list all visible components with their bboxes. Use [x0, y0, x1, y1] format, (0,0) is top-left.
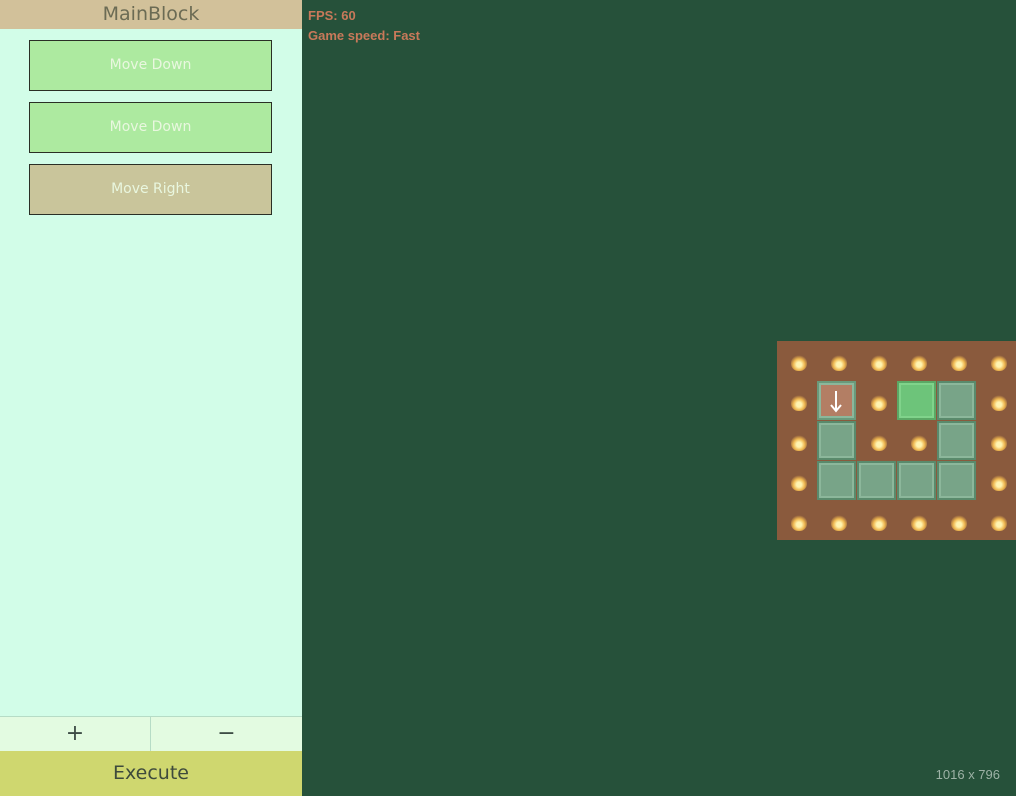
resolution-label: 1016 x 796: [935, 767, 1000, 782]
arrow-down-icon: [830, 391, 842, 413]
command-panel: MainBlock Move Down Move Down Move Right…: [0, 0, 302, 796]
command-controls: + −: [0, 716, 302, 751]
fire-icon: [991, 395, 1007, 411]
fps-counter: FPS: 60: [308, 8, 356, 23]
fire-icon: [831, 515, 847, 531]
fire-icon: [991, 515, 1007, 531]
command-move-right[interactable]: Move Right: [29, 164, 272, 215]
fire-icon: [871, 355, 887, 371]
path-tile: [817, 421, 856, 460]
command-move-down-2[interactable]: Move Down: [29, 102, 272, 153]
game-speed-label: Game speed: Fast: [308, 28, 420, 43]
player-tile: [817, 381, 856, 420]
command-move-down-1[interactable]: Move Down: [29, 40, 272, 91]
fire-icon: [991, 355, 1007, 371]
path-tile: [817, 461, 856, 500]
fire-icon: [791, 515, 807, 531]
fire-icon: [911, 515, 927, 531]
path-tile: [897, 461, 936, 500]
fire-icon: [951, 355, 967, 371]
path-tile: [937, 421, 976, 460]
fire-icon: [791, 355, 807, 371]
fire-icon: [911, 435, 927, 451]
path-tile: [937, 461, 976, 500]
remove-command-button[interactable]: −: [151, 717, 302, 751]
game-board: [777, 341, 1016, 540]
fire-icon: [871, 435, 887, 451]
fire-icon: [871, 395, 887, 411]
goal-tile: [897, 381, 936, 420]
fire-icon: [791, 435, 807, 451]
fire-icon: [991, 475, 1007, 491]
fire-icon: [951, 515, 967, 531]
block-title: MainBlock: [0, 0, 302, 29]
fire-icon: [991, 435, 1007, 451]
fire-icon: [791, 395, 807, 411]
fire-icon: [831, 355, 847, 371]
execute-button[interactable]: Execute: [0, 751, 302, 796]
path-tile: [937, 381, 976, 420]
fire-icon: [871, 515, 887, 531]
add-command-button[interactable]: +: [0, 717, 151, 751]
fire-icon: [911, 355, 927, 371]
fire-icon: [791, 475, 807, 491]
path-tile: [857, 461, 896, 500]
